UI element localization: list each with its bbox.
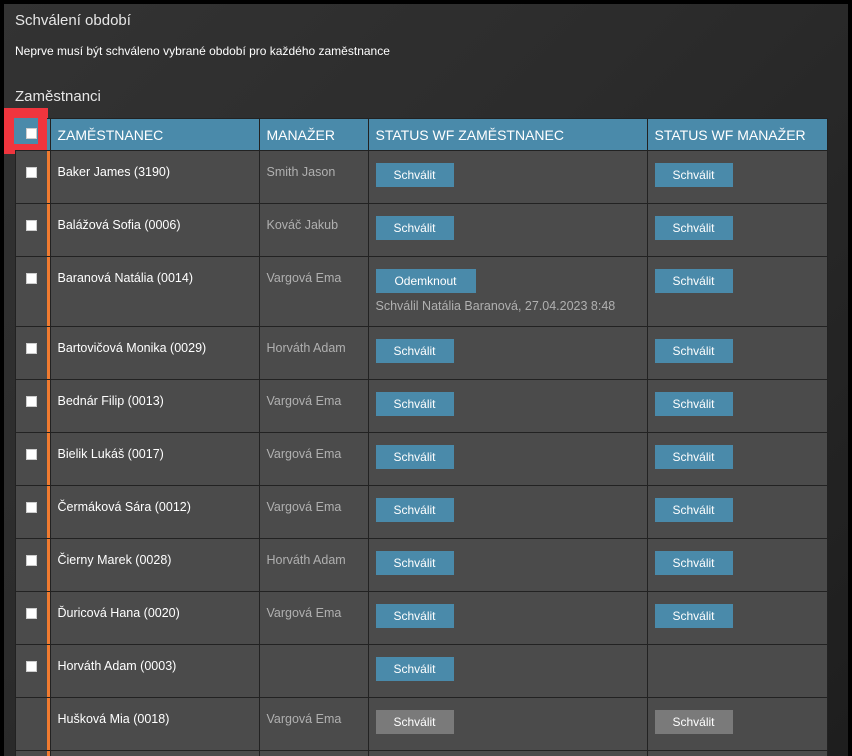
approve-manager-button[interactable]: Schválit (654, 163, 733, 187)
unlock-button[interactable]: Odemknout (375, 269, 476, 293)
select-all-checkbox[interactable] (25, 128, 37, 140)
row-checkbox[interactable] (25, 273, 37, 284)
manager-name: Vargová Ema (266, 394, 342, 408)
approve-employee-button[interactable]: Schválit (375, 163, 454, 187)
row-checkbox[interactable] (25, 502, 37, 513)
approve-manager-button[interactable]: Schválit (654, 269, 733, 293)
employee-name: Čermáková Sára (0012) (57, 500, 191, 514)
employee-name: Baker James (3190) (57, 165, 171, 179)
approve-manager-button[interactable]: Schválit (654, 551, 733, 575)
approve-manager-button[interactable]: Schválit (654, 392, 733, 416)
table-row: Bartovičová Monika (0029) Horváth Adam S… (15, 326, 828, 380)
table-row: Horváth Adam (0003) Schválit (15, 644, 828, 698)
employee-name: Balážová Sofia (0006) (57, 218, 181, 232)
approve-manager-button[interactable]: Schválit (654, 604, 733, 628)
column-header-manager[interactable]: MANAŽER (258, 118, 369, 151)
manager-name: Vargová Ema (266, 447, 342, 461)
approve-employee-button[interactable]: Schválit (375, 392, 454, 416)
section-title: Zaměstnanci (15, 88, 101, 105)
approve-manager-button[interactable]: Schválit (654, 445, 733, 469)
manager-name: Vargová Ema (266, 271, 342, 285)
employee-name: Baranová Natália (0014) (57, 271, 194, 285)
row-checkbox[interactable] (25, 449, 37, 460)
row-checkbox[interactable] (25, 608, 37, 619)
row-checkbox[interactable] (25, 555, 37, 566)
table-row: Balážová Sofia (0006) Kováč Jakub Schvál… (15, 203, 828, 257)
column-header-status-employee[interactable]: STATUS WF ZAMĚSTNANEC (367, 118, 648, 151)
approve-employee-button[interactable]: Schválit (375, 657, 454, 681)
approve-employee-button[interactable]: Schválit (375, 498, 454, 522)
manager-name: Vargová Ema (266, 712, 342, 726)
table-row: Baranová Natália (0014) Vargová Ema Odem… (15, 256, 828, 327)
approve-employee-button[interactable]: Schválit (375, 216, 454, 240)
employee-name: Horváth Adam (0003) (57, 659, 177, 673)
approve-employee-button[interactable]: Schválit (375, 339, 454, 363)
approve-employee-button[interactable]: Schválit (375, 710, 454, 734)
table-row: Hušková Mia (0018) Vargová Ema Schválit … (15, 697, 828, 751)
approval-note: Schválil Natália Baranová, 27.04.2023 8:… (375, 299, 616, 313)
table-row: Čermáková Sára (0012) Vargová Ema Schvál… (15, 485, 828, 539)
row-checkbox[interactable] (25, 220, 37, 231)
table-row: Baker James (3190) Smith Jason Schválit … (15, 150, 828, 204)
approval-window: Schválení období Neprve musí být schvále… (4, 4, 848, 756)
employee-name: Ďuricová Hana (0020) (57, 606, 180, 620)
employee-name: Hušková Mia (0018) (57, 712, 170, 726)
approve-manager-button[interactable]: Schválit (654, 710, 733, 734)
employee-name: Bielik Lukáš (0017) (57, 447, 164, 461)
row-checkbox[interactable] (25, 167, 37, 178)
manager-name: Horváth Adam (266, 341, 346, 355)
table-row: Bednár Filip (0013) Vargová Ema Schválit… (15, 379, 828, 433)
manager-name: Vargová Ema (266, 500, 342, 514)
table-row: Ďuricová Hana (0020) Vargová Ema Schváli… (15, 591, 828, 645)
table-row: Čierny Marek (0028) Horváth Adam Schváli… (15, 538, 828, 592)
approve-employee-button[interactable]: Schválit (375, 445, 454, 469)
row-checkbox[interactable] (25, 661, 37, 672)
instructions-text: Neprve musí být schváleno vybrané období… (15, 44, 390, 58)
manager-name: Horváth Adam (266, 553, 346, 567)
approve-manager-button[interactable]: Schválit (654, 339, 733, 363)
employee-name: Čierny Marek (0028) (57, 553, 172, 567)
manager-name (267, 645, 361, 659)
employee-name: Bednár Filip (0013) (57, 394, 164, 408)
manager-name: Vargová Ema (266, 606, 342, 620)
approve-employee-button[interactable]: Schválit (375, 551, 454, 575)
employee-name: Bartovičová Monika (0029) (57, 341, 207, 355)
manager-name: Smith Jason (266, 165, 336, 179)
employees-table: ZAMĚSTNANEC MANAŽER STATUS WF ZAMĚSTNANE… (15, 118, 828, 756)
approve-manager-button[interactable]: Schválit (654, 498, 733, 522)
page-title: Schválení období (15, 12, 131, 29)
approve-employee-button[interactable]: Schválit (375, 604, 454, 628)
approve-manager-button[interactable]: Schválit (654, 216, 733, 240)
manager-name: Kováč Jakub (266, 218, 339, 232)
table-row: Bielik Lukáš (0017) Vargová Ema Schválit… (15, 432, 828, 486)
column-header-status-manager[interactable]: STATUS WF MANAŽER (646, 118, 828, 151)
row-checkbox[interactable] (25, 396, 37, 407)
row-checkbox[interactable] (25, 343, 37, 354)
column-header-employee[interactable]: ZAMĚSTNANEC (49, 118, 260, 151)
